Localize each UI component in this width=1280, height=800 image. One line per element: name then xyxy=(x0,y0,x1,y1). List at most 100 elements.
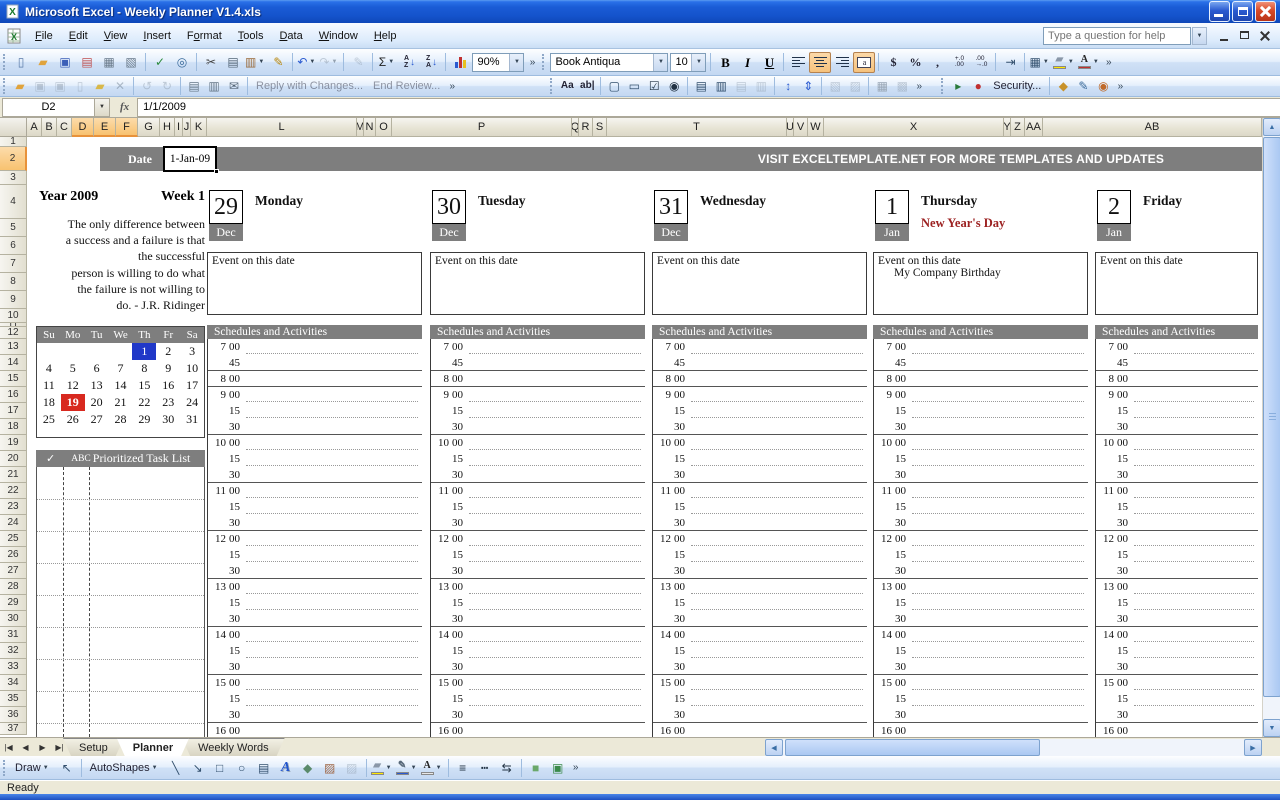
time-slot[interactable]: 1400 xyxy=(653,627,867,643)
time-slot[interactable]: 30 xyxy=(208,563,422,579)
list-box-alt-icon[interactable]: ▤ xyxy=(731,77,751,95)
menu-item-format[interactable]: Format xyxy=(179,26,230,46)
time-slot[interactable]: 30 xyxy=(1096,563,1258,579)
select-all-corner[interactable] xyxy=(0,118,27,137)
time-slot[interactable]: 15 xyxy=(653,643,867,659)
redo-icon[interactable]: ↷▼ xyxy=(318,52,340,73)
time-slot[interactable]: 30 xyxy=(653,707,867,723)
date-number[interactable]: 31 xyxy=(654,190,688,224)
time-slot[interactable]: 15 xyxy=(874,403,1088,419)
time-slot[interactable]: 15 xyxy=(1096,403,1258,419)
calendar-day-2[interactable]: 2 xyxy=(156,343,180,360)
calendar-day-1[interactable]: 1 xyxy=(132,343,156,360)
font-size-combo[interactable]: 10▼ xyxy=(670,53,706,72)
line-style-icon[interactable]: ≡ xyxy=(452,757,474,778)
row-header-3[interactable]: 3 xyxy=(0,171,27,185)
underline-icon[interactable]: U xyxy=(758,52,780,73)
checkbox-control-icon[interactable]: ☑ xyxy=(644,77,664,95)
scroll-down-icon[interactable]: ▼ xyxy=(1263,719,1280,737)
oval-icon[interactable]: ○ xyxy=(231,757,253,778)
time-slot[interactable]: 30 xyxy=(431,515,645,531)
scrollbar-control-icon[interactable]: ↕ xyxy=(778,77,798,95)
column-header-R[interactable]: R xyxy=(579,118,593,137)
design-mode-icon[interactable]: ◉ xyxy=(1093,77,1113,95)
arrow-icon[interactable]: ↘ xyxy=(187,757,209,778)
calendar-day-13[interactable]: 13 xyxy=(85,377,109,394)
row-header-8[interactable]: 8 xyxy=(0,273,27,291)
time-slot[interactable]: 30 xyxy=(874,659,1088,675)
time-slot[interactable]: 45 xyxy=(431,355,645,371)
bold-icon[interactable]: B xyxy=(714,52,736,73)
question-input[interactable] xyxy=(1043,27,1191,45)
time-slot[interactable]: 700 xyxy=(653,339,867,355)
row-header-25[interactable]: 25 xyxy=(0,531,27,547)
time-slot[interactable]: 30 xyxy=(874,419,1088,435)
row-header-5[interactable]: 5 xyxy=(0,219,27,237)
save-merge-icon[interactable]: ▥ xyxy=(204,77,224,95)
line-color-icon[interactable]: ✎▼ xyxy=(395,757,420,778)
event-box[interactable]: Event on this date xyxy=(1095,252,1258,315)
toolbar-grip[interactable] xyxy=(550,78,553,94)
row-header-12[interactable]: 12 xyxy=(0,327,27,339)
time-slot[interactable]: 15 xyxy=(208,451,422,467)
time-slot[interactable]: 800 xyxy=(874,371,1088,387)
time-slot[interactable]: 15 xyxy=(1096,643,1258,659)
delete-comment-icon[interactable]: ✕ xyxy=(110,77,130,95)
calendar-day-24[interactable]: 24 xyxy=(180,394,204,411)
calendar-day-10[interactable]: 10 xyxy=(180,360,204,377)
time-slot[interactable]: 30 xyxy=(874,611,1088,627)
group-box-icon[interactable]: ▢ xyxy=(604,77,624,95)
time-slot[interactable]: 800 xyxy=(208,371,422,387)
time-slot[interactable]: 15 xyxy=(208,643,422,659)
fill-color-icon[interactable]: ▰▼ xyxy=(1052,52,1077,73)
time-slot[interactable]: 30 xyxy=(431,659,645,675)
dropdown-arrow-icon[interactable]: ▼ xyxy=(691,54,705,71)
column-header-D[interactable]: D xyxy=(72,118,94,137)
time-slot[interactable]: 1200 xyxy=(874,531,1088,547)
menu-item-edit[interactable]: Edit xyxy=(61,26,96,46)
toolbar-options-icon[interactable]: » xyxy=(1113,76,1127,96)
time-slot[interactable]: 30 xyxy=(1096,707,1258,723)
dropdown-arrow-icon[interactable]: ▼ xyxy=(41,765,51,771)
calendar-day-11[interactable]: 11 xyxy=(37,377,61,394)
mail-recipient-icon[interactable]: ✉ xyxy=(224,77,244,95)
track-changes-icon[interactable]: ▤ xyxy=(184,77,204,95)
time-slot[interactable]: 30 xyxy=(653,659,867,675)
dropdown-arrow-icon[interactable]: ▼ xyxy=(1041,59,1051,65)
edit-code-icon[interactable]: ▨ xyxy=(845,77,865,95)
time-slot[interactable]: 30 xyxy=(874,467,1088,483)
row-header-7[interactable]: 7 xyxy=(0,255,27,273)
event-box[interactable]: Event on this dateMy Company Birthday xyxy=(873,252,1088,315)
time-slot[interactable]: 15 xyxy=(208,403,422,419)
column-header-X[interactable]: X xyxy=(824,118,1004,137)
menu-item-data[interactable]: Data xyxy=(271,26,310,46)
button-control-icon[interactable]: ▭ xyxy=(624,77,644,95)
align-left-icon[interactable] xyxy=(787,52,809,73)
vertical-scroll-thumb[interactable] xyxy=(1263,137,1280,697)
option-button-icon[interactable]: ◉ xyxy=(664,77,684,95)
label-control-icon[interactable]: Aa xyxy=(557,77,577,95)
permission-icon[interactable]: ▤ xyxy=(76,52,98,73)
time-slot[interactable]: 30 xyxy=(431,707,645,723)
row-header-33[interactable]: 33 xyxy=(0,659,27,675)
time-slot[interactable]: 15 xyxy=(1096,691,1258,707)
time-slot[interactable]: 1000 xyxy=(1096,435,1258,451)
scroll-left-icon[interactable]: ◀ xyxy=(765,739,783,756)
align-center-icon[interactable] xyxy=(809,52,831,73)
menu-item-window[interactable]: Window xyxy=(311,26,366,46)
time-slot[interactable]: 1300 xyxy=(653,579,867,595)
spinner-control-icon[interactable]: ⇕ xyxy=(798,77,818,95)
decrease-decimal-icon[interactable]: .00→.0 xyxy=(970,52,992,73)
format-painter-icon[interactable]: ✎ xyxy=(267,52,289,73)
increase-indent-icon[interactable]: ⇥ xyxy=(999,52,1021,73)
name-box[interactable]: D2 ▼ xyxy=(2,98,110,117)
time-slot[interactable]: 15 xyxy=(874,499,1088,515)
copy-icon[interactable]: ▤ xyxy=(222,52,244,73)
column-header-AB[interactable]: AB xyxy=(1043,118,1262,137)
time-slot[interactable]: 15 xyxy=(653,403,867,419)
calendar-day-16[interactable]: 16 xyxy=(156,377,180,394)
record-macro-icon[interactable]: ● xyxy=(968,77,988,95)
sheet-tab-planner[interactable]: Planner xyxy=(117,738,189,756)
time-slot[interactable]: 900 xyxy=(1096,387,1258,403)
time-slot[interactable]: 30 xyxy=(1096,659,1258,675)
